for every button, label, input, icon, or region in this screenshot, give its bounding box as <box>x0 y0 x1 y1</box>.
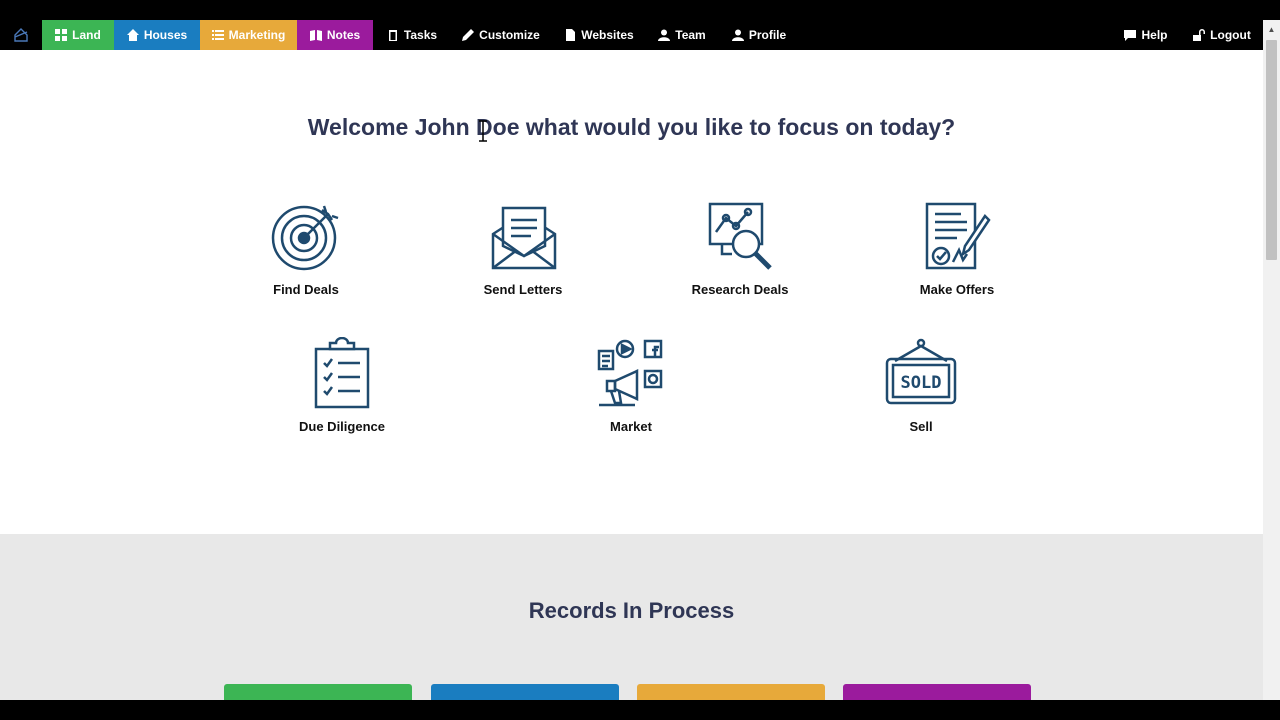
research-icon <box>708 202 772 270</box>
nav-houses-label: Houses <box>143 28 188 42</box>
nav-notes[interactable]: Notes <box>297 20 373 50</box>
record-card-notes[interactable] <box>843 684 1031 700</box>
tile-find-deals[interactable]: Find Deals <box>231 200 381 297</box>
tile-sell-label: Sell <box>909 419 933 434</box>
contract-icon <box>925 202 991 270</box>
nav-land[interactable]: Land <box>42 20 114 50</box>
nav-profile[interactable]: Profile <box>726 20 792 50</box>
chat-icon <box>1124 30 1137 41</box>
records-section: Records In Process <box>0 534 1263 700</box>
envelope-icon <box>491 206 557 270</box>
record-card-marketing[interactable] <box>637 684 825 700</box>
list-icon <box>211 30 224 40</box>
user-icon <box>731 29 744 41</box>
tile-sell[interactable]: SOLD Sell <box>846 337 996 434</box>
scroll-up-arrow-icon[interactable]: ▲ <box>1263 24 1280 36</box>
megaphone-icon <box>597 339 663 407</box>
tile-make-offers[interactable]: Make Offers <box>882 200 1032 297</box>
nav-customize-label: Customize <box>479 28 540 42</box>
nav-logout-label: Logout <box>1210 28 1251 42</box>
nav-tasks[interactable]: Tasks <box>380 20 444 50</box>
team-icon <box>658 29 671 41</box>
nav-team-label: Team <box>675 28 706 42</box>
tile-find-deals-label: Find Deals <box>273 282 339 297</box>
tile-market[interactable]: Market <box>556 337 706 434</box>
top-navbar: Land Houses Marketing Notes Tasks Custom… <box>0 0 1280 50</box>
welcome-heading: Welcome John Doe what would you like to … <box>307 114 956 140</box>
target-icon <box>271 205 339 271</box>
unlock-icon <box>1193 29 1206 41</box>
tile-research-deals[interactable]: Research Deals <box>665 200 815 297</box>
nav-customize[interactable]: Customize <box>456 20 546 50</box>
tile-make-offers-label: Make Offers <box>919 282 995 297</box>
record-card-houses[interactable] <box>431 684 619 700</box>
house-outline-icon[interactable] <box>12 26 30 44</box>
nav-profile-label: Profile <box>748 28 787 42</box>
nav-land-label: Land <box>72 28 101 42</box>
records-title: Records In Process <box>528 598 735 623</box>
bottom-bar <box>0 700 1280 720</box>
tile-market-label: Market <box>610 419 652 434</box>
nav-tasks-label: Tasks <box>403 28 438 42</box>
tile-send-letters-label: Send Letters <box>483 282 563 297</box>
sold-sign-icon: SOLD <box>885 338 957 405</box>
nav-marketing-label: Marketing <box>228 28 286 42</box>
tile-send-letters[interactable]: Send Letters <box>448 200 598 297</box>
nav-websites-label: Websites <box>581 28 634 42</box>
nav-logout[interactable]: Logout <box>1188 20 1256 50</box>
nav-houses[interactable]: Houses <box>114 20 200 50</box>
grid-icon <box>55 29 68 41</box>
text-cursor-icon <box>479 120 487 142</box>
nav-notes-label: Notes <box>326 28 361 42</box>
pencil-icon <box>462 29 475 41</box>
svg-text:SOLD: SOLD <box>901 373 942 393</box>
nav-marketing[interactable]: Marketing <box>200 20 297 50</box>
record-card-land[interactable] <box>224 684 412 700</box>
clipboard-icon <box>388 30 397 41</box>
main-content: Welcome John Doe what would you like to … <box>0 50 1263 700</box>
nav-help[interactable]: Help <box>1118 20 1174 50</box>
vertical-scrollbar[interactable]: ▲ <box>1263 20 1280 700</box>
tile-due-diligence-label: Due Diligence <box>299 419 385 434</box>
scroll-thumb[interactable] <box>1266 40 1277 260</box>
home-icon <box>126 29 139 41</box>
tile-due-diligence[interactable]: Due Diligence <box>267 337 417 434</box>
file-icon <box>566 29 576 41</box>
book-icon <box>309 30 322 41</box>
nav-help-label: Help <box>1141 28 1168 42</box>
tile-research-deals-label: Research Deals <box>691 282 789 297</box>
nav-team[interactable]: Team <box>652 20 712 50</box>
nav-websites[interactable]: Websites <box>558 20 640 50</box>
checklist-icon <box>314 337 370 409</box>
